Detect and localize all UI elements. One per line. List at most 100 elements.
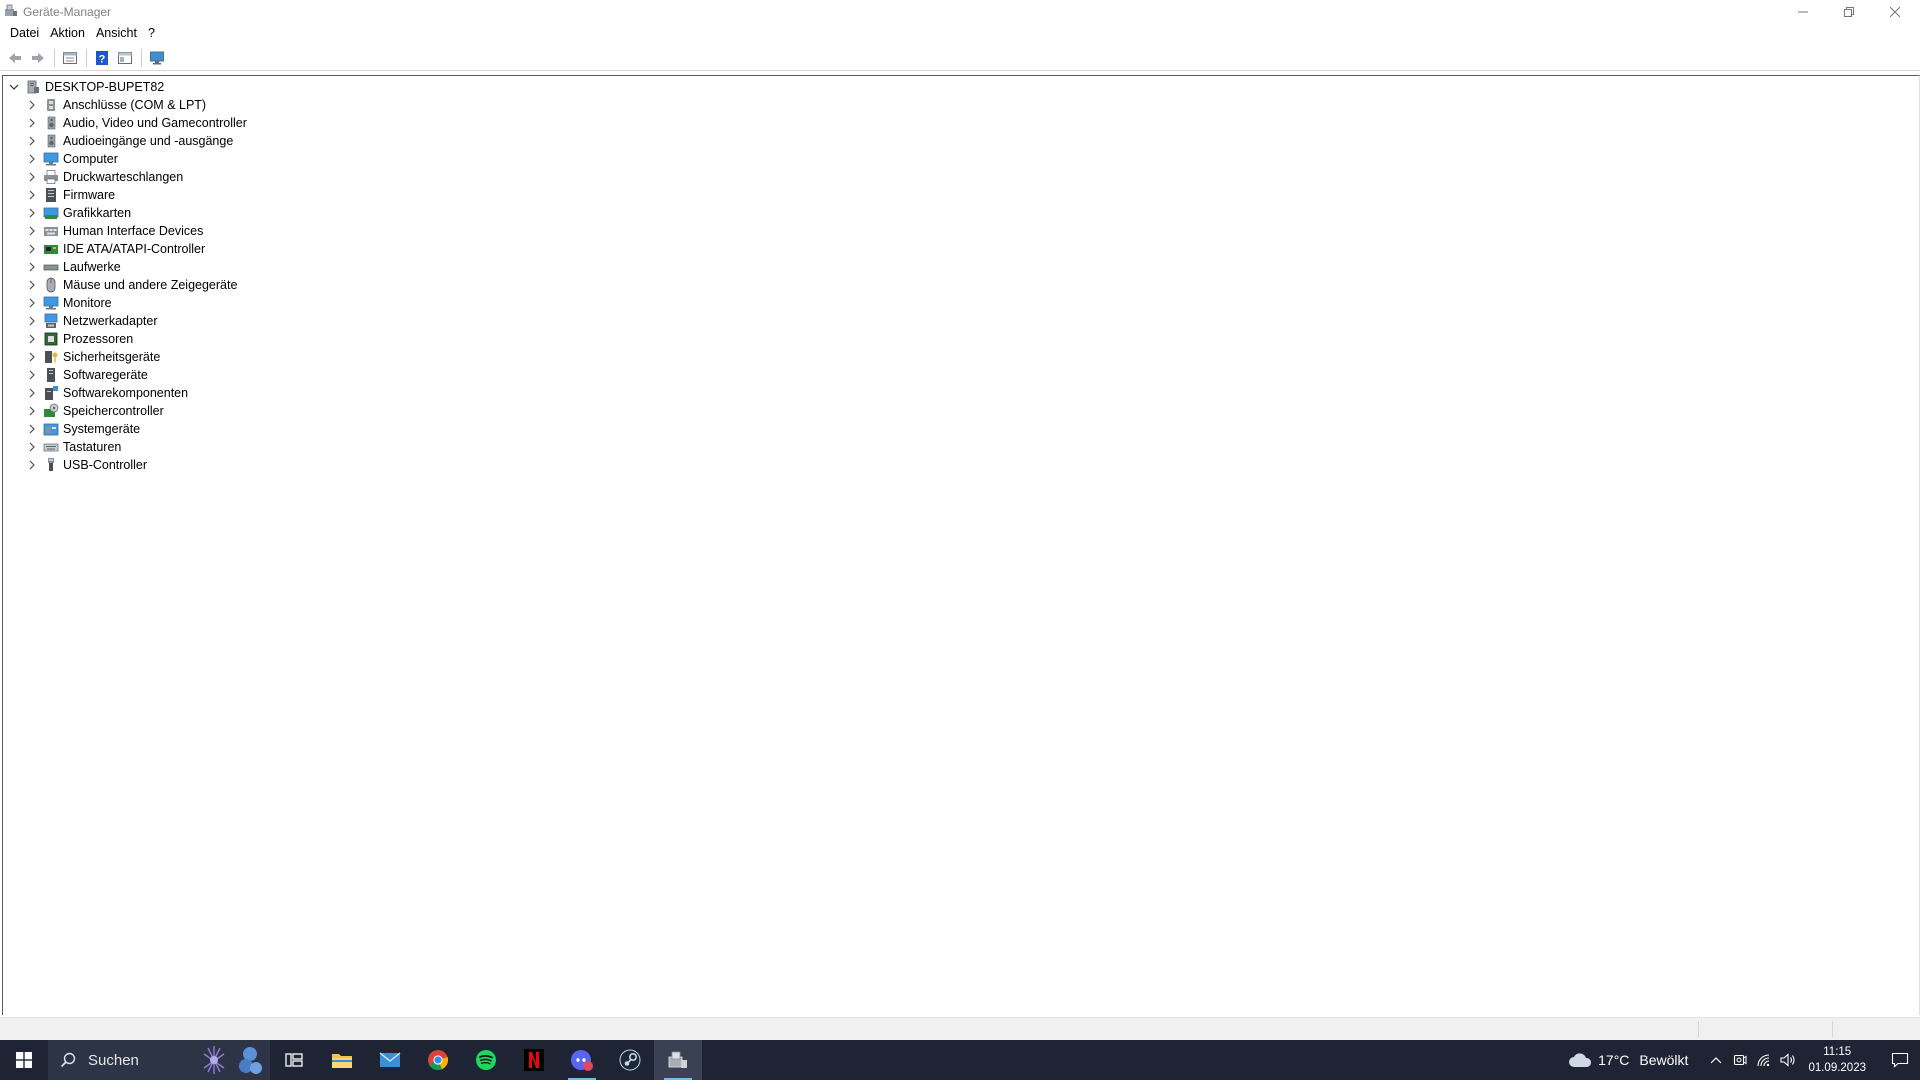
scan-hardware-button[interactable] (146, 47, 168, 69)
chevron-right-icon[interactable] (25, 206, 39, 220)
menu-aktion[interactable]: Aktion (46, 24, 92, 44)
view-button[interactable] (114, 47, 136, 69)
help-button[interactable]: ? (91, 47, 113, 69)
steam-button[interactable] (606, 1040, 654, 1080)
chevron-right-icon[interactable] (25, 260, 39, 274)
device-tree[interactable]: DESKTOP-BUPET82 Anschlüsse (COM & LPT) Au… (2, 75, 1920, 1015)
device-manager-taskbar-button[interactable] (654, 1040, 702, 1080)
mail-button[interactable] (366, 1040, 414, 1080)
forward-button[interactable] (27, 47, 49, 69)
forward-arrow-icon (32, 52, 44, 63)
network-button[interactable] (1752, 1040, 1776, 1080)
monitor-icon (43, 295, 59, 311)
tree-item[interactable]: Speichercontroller (25, 402, 164, 420)
chevron-right-icon[interactable] (25, 440, 39, 454)
tree-item[interactable]: Anschlüsse (COM & LPT) (25, 96, 206, 114)
processor-icon (43, 331, 59, 347)
tree-item[interactable]: Tastaturen (25, 438, 121, 456)
chevron-right-icon[interactable] (25, 278, 39, 292)
chevron-right-icon[interactable] (25, 134, 39, 148)
chevron-right-icon[interactable] (25, 296, 39, 310)
steam-icon (619, 1049, 641, 1071)
tree-item[interactable]: Systemgeräte (25, 420, 140, 438)
title-bar[interactable]: Geräte-Manager (0, 0, 1920, 23)
tree-item[interactable]: Firmware (25, 186, 115, 204)
search-box[interactable]: Suchen (48, 1040, 270, 1080)
tree-item[interactable]: Mäuse und andere Zeigegeräte (25, 276, 237, 294)
chevron-right-icon[interactable] (25, 368, 39, 382)
show-hidden-icons-button[interactable] (1704, 1040, 1728, 1080)
properties-icon (63, 51, 77, 64)
speaker-icon (43, 133, 59, 149)
chevron-right-icon[interactable] (25, 332, 39, 346)
computer-icon (43, 151, 59, 167)
monitor-icon (150, 51, 164, 64)
toolbar-separator (54, 48, 55, 67)
back-button[interactable] (4, 47, 26, 69)
speaker-icon (1780, 1053, 1795, 1067)
menu-help[interactable]: ? (144, 24, 162, 44)
tree-item[interactable]: Human Interface Devices (25, 222, 203, 240)
tree-item[interactable]: Grafikkarten (25, 204, 131, 222)
tree-root[interactable]: DESKTOP-BUPET82 (7, 78, 164, 96)
tree-item-label: Mäuse und andere Zeigegeräte (63, 278, 238, 292)
chrome-icon (428, 1050, 449, 1071)
file-explorer-button[interactable] (318, 1040, 366, 1080)
device-manager-icon (668, 1051, 687, 1068)
minimize-button[interactable] (1780, 0, 1826, 23)
tree-item[interactable]: USB-Controller (25, 456, 147, 474)
chevron-right-icon[interactable] (25, 422, 39, 436)
clock[interactable]: 11:15 01.09.2023 (1808, 1044, 1866, 1076)
device-manager-window: Geräte-Manager Datei Aktion Ansicht ? ? (0, 0, 1920, 1040)
computer-icon (25, 79, 41, 95)
volume-button[interactable] (1776, 1040, 1800, 1080)
task-view-button[interactable] (270, 1040, 318, 1080)
chevron-right-icon[interactable] (25, 152, 39, 166)
chevron-right-icon[interactable] (25, 224, 39, 238)
restore-button[interactable] (1826, 0, 1872, 23)
status-divider (1832, 1021, 1833, 1037)
tree-item[interactable]: Laufwerke (25, 258, 121, 276)
meet-now-button[interactable] (1728, 1040, 1752, 1080)
menu-datei[interactable]: Datei (6, 24, 46, 44)
tree-item[interactable]: Softwaregeräte (25, 366, 148, 384)
chevron-right-icon[interactable] (25, 458, 39, 472)
chrome-button[interactable] (414, 1040, 462, 1080)
system-device-icon (43, 421, 59, 437)
tree-item[interactable]: Monitore (25, 294, 112, 312)
tree-item[interactable]: Audioeingänge und -ausgänge (25, 132, 233, 150)
tree-item[interactable]: Netzwerkadapter (25, 312, 158, 330)
status-bar (0, 1017, 1920, 1040)
chevron-right-icon[interactable] (25, 242, 39, 256)
chevron-right-icon[interactable] (25, 386, 39, 400)
hid-icon (43, 223, 59, 239)
tree-item-label: Speichercontroller (63, 404, 164, 418)
close-button[interactable] (1872, 0, 1918, 23)
notifications-button[interactable] (1880, 1040, 1920, 1080)
chevron-right-icon[interactable] (25, 350, 39, 364)
weather-temp: 17°C (1598, 1052, 1630, 1068)
tree-item[interactable]: Druckwarteschlangen (25, 168, 183, 186)
tree-item[interactable]: Softwarekomponenten (25, 384, 188, 402)
netflix-button[interactable] (510, 1040, 558, 1080)
chevron-right-icon[interactable] (25, 98, 39, 112)
chevron-right-icon[interactable] (25, 116, 39, 130)
chevron-right-icon[interactable] (25, 188, 39, 202)
toolbar-separator (141, 48, 142, 67)
menu-ansicht[interactable]: Ansicht (92, 24, 144, 44)
chevron-down-icon[interactable] (7, 80, 21, 94)
tree-item[interactable]: Sicherheitsgeräte (25, 348, 160, 366)
chevron-right-icon[interactable] (25, 170, 39, 184)
start-button[interactable] (0, 1040, 48, 1080)
tree-item[interactable]: Prozessoren (25, 330, 133, 348)
tree-item-label: Laufwerke (63, 260, 121, 274)
tree-item[interactable]: Audio, Video und Gamecontroller (25, 114, 247, 132)
properties-button[interactable] (59, 47, 81, 69)
discord-button[interactable] (558, 1040, 606, 1080)
weather-widget[interactable]: 17°C Bewölkt (1568, 1052, 1688, 1068)
tree-item[interactable]: Computer (25, 150, 118, 168)
tree-item[interactable]: IDE ATA/ATAPI-Controller (25, 240, 205, 258)
chevron-right-icon[interactable] (25, 314, 39, 328)
chevron-right-icon[interactable] (25, 404, 39, 418)
spotify-button[interactable] (462, 1040, 510, 1080)
